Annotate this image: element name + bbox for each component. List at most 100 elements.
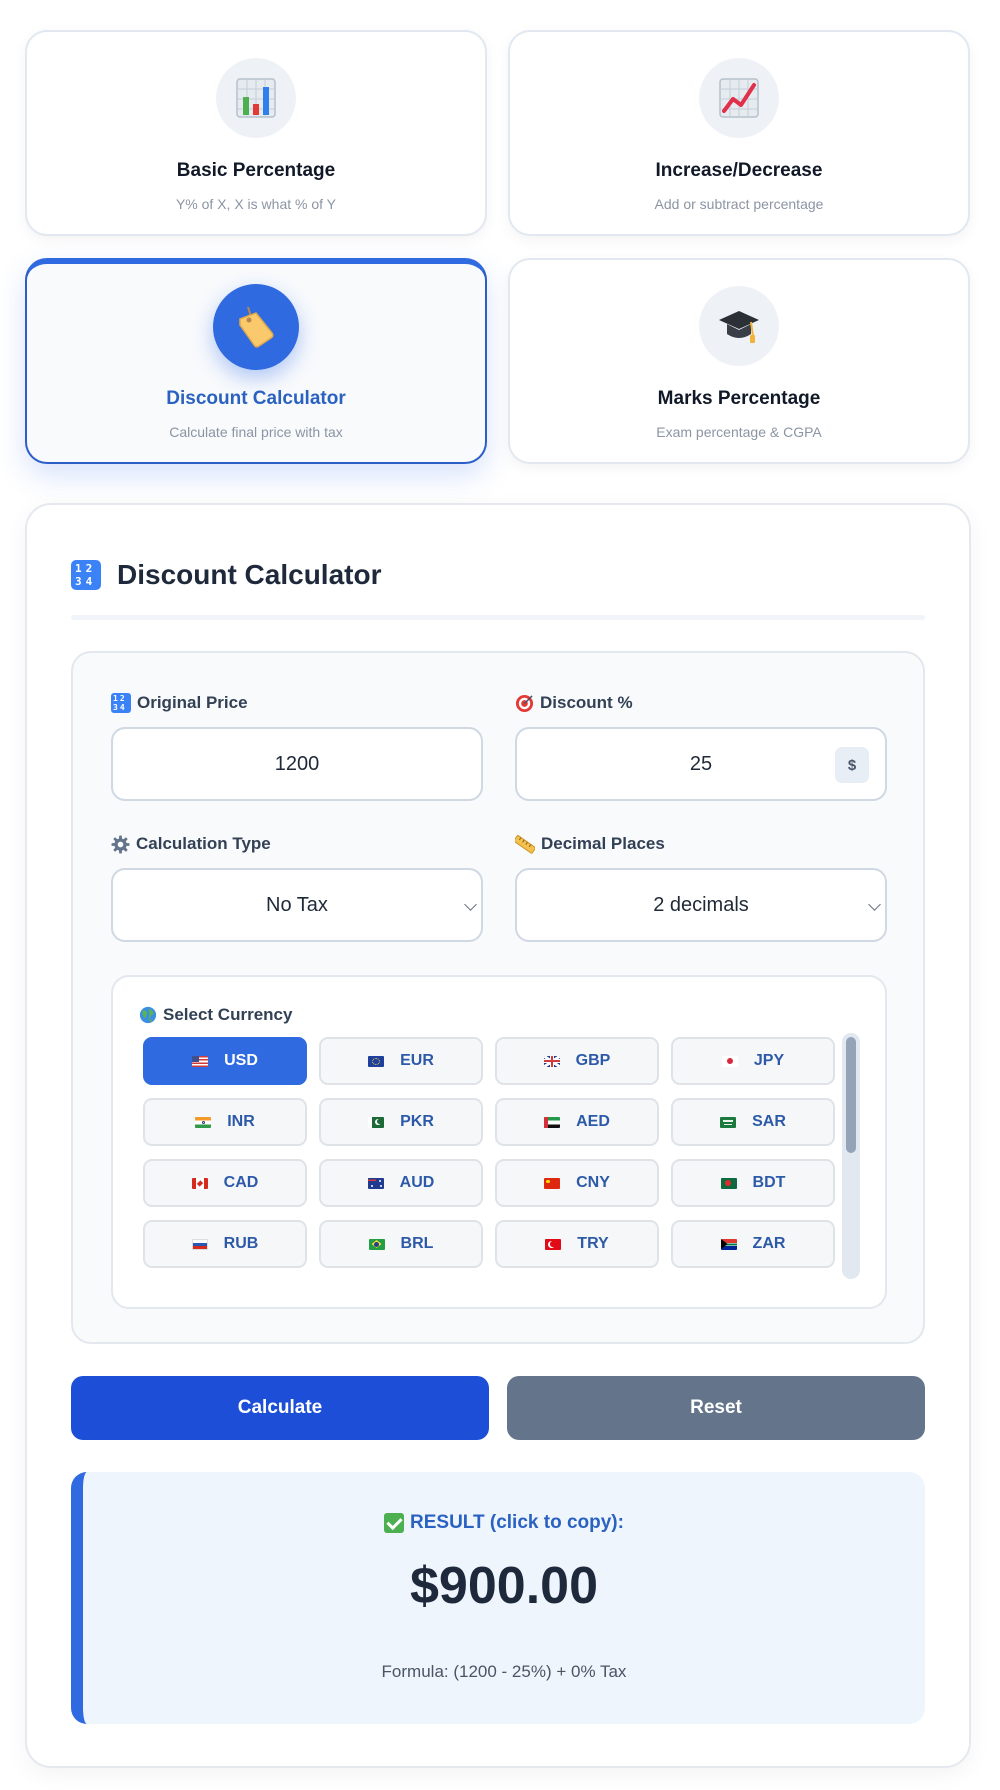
canada-flag-icon	[191, 1177, 208, 1189]
mode-title: Basic Percentage	[176, 160, 336, 181]
currency-symbol-badge: $	[835, 747, 869, 783]
currency-button-usd[interactable]: USD	[143, 1037, 307, 1085]
result-label-text: RESULT (click to copy):	[410, 1512, 624, 1533]
currency-code: RUB	[223, 1235, 259, 1252]
divider	[71, 615, 925, 620]
currency-code: CNY	[576, 1174, 610, 1191]
mode-subtitle: Exam percentage & CGPA	[656, 424, 822, 440]
australia-flag-icon	[367, 1177, 384, 1189]
currency-code: AED	[576, 1113, 610, 1130]
numbers-1234-icon: 12 34	[71, 560, 101, 590]
original-price-label-text: Original Price	[137, 693, 248, 712]
page-title: Discount Calculator	[117, 559, 382, 590]
numbers-1234-icon: 12 34	[111, 693, 131, 713]
currency-code: BDT	[752, 1174, 786, 1191]
currency-selector: Select Currency USD EUR GBP JPY INR PKR …	[111, 975, 887, 1309]
decimal-label-text: Decimal Places	[541, 834, 665, 853]
trending-up-icon	[699, 58, 779, 138]
uae-flag-icon	[544, 1116, 561, 1128]
mode-subtitle: Add or subtract percentage	[654, 196, 824, 212]
mode-card-discount-calculator[interactable]: Discount Calculator Calculate final pric…	[25, 258, 487, 464]
japan-flag-icon	[721, 1055, 738, 1067]
decimal-places-select[interactable]: 2 decimals	[515, 868, 887, 942]
bangladesh-flag-icon	[720, 1177, 737, 1189]
currency-code: USD	[224, 1052, 258, 1069]
currency-button-aed[interactable]: AED	[495, 1098, 659, 1146]
currency-button-brl[interactable]: BRL	[319, 1220, 483, 1268]
currency-code: PKR	[400, 1113, 434, 1130]
calc-type-label-text: Calculation Type	[136, 834, 271, 853]
currency-scrollbar[interactable]	[842, 1033, 860, 1279]
currency-button-jpy[interactable]: JPY	[671, 1037, 835, 1085]
currency-code: TRY	[577, 1235, 609, 1252]
currency-button-cny[interactable]: CNY	[495, 1159, 659, 1207]
currency-code: SAR	[752, 1113, 786, 1130]
currency-button-bdt[interactable]: BDT	[671, 1159, 835, 1207]
currency-label-text: Select Currency	[163, 1005, 293, 1024]
globe-icon	[139, 1006, 157, 1024]
mode-card-basic-percentage[interactable]: Basic Percentage Y% of X, X is what % of…	[25, 30, 487, 236]
russia-flag-icon	[191, 1238, 208, 1250]
currency-button-gbp[interactable]: GBP	[495, 1037, 659, 1085]
mode-title: Discount Calculator	[166, 388, 346, 409]
mode-title: Marks Percentage	[657, 388, 821, 409]
saudi-flag-icon	[720, 1116, 737, 1128]
gear-icon	[111, 834, 130, 854]
result-formula: Formula: (1200 - 25%) + 0% Tax	[381, 1662, 627, 1681]
calc-type-label: Calculation Type	[111, 834, 271, 854]
calc-type-select[interactable]: No Tax	[111, 868, 483, 942]
india-flag-icon	[195, 1116, 212, 1128]
scrollbar-thumb[interactable]	[846, 1037, 856, 1153]
result-value[interactable]: $900.00	[83, 1556, 925, 1616]
currency-code: CAD	[223, 1174, 259, 1191]
currency-button-aud[interactable]: AUD	[319, 1159, 483, 1207]
calculate-button[interactable]: Calculate	[71, 1376, 489, 1440]
currency-code: EUR	[400, 1052, 434, 1069]
currency-code: INR	[227, 1113, 255, 1130]
currency-code: ZAR	[752, 1235, 786, 1252]
discount-label: Discount %	[515, 693, 633, 713]
uk-flag-icon	[543, 1055, 560, 1067]
decimal-places-value: 2 decimals	[653, 893, 749, 916]
us-flag-icon	[192, 1055, 209, 1067]
currency-button-zar[interactable]: ZAR	[671, 1220, 835, 1268]
mode-title: Increase/Decrease	[655, 160, 823, 181]
mode-subtitle: Y% of X, X is what % of Y	[175, 196, 337, 212]
south-africa-flag-icon	[720, 1238, 737, 1250]
currency-button-cad[interactable]: CAD	[143, 1159, 307, 1207]
original-price-input[interactable]: 1200	[111, 727, 483, 801]
mode-card-increase-decrease[interactable]: Increase/Decrease Add or subtract percen…	[508, 30, 970, 236]
panel-header: 12 34 Discount Calculator	[71, 559, 381, 591]
currency-button-pkr[interactable]: PKR	[319, 1098, 483, 1146]
discount-value: 25	[689, 752, 713, 775]
currency-button-sar[interactable]: SAR	[671, 1098, 835, 1146]
decimal-label: Decimal Places	[515, 834, 665, 854]
calculator-panel: 12 34 Discount Calculator 12 34 Original P…	[25, 503, 971, 1768]
currency-label: Select Currency	[139, 1005, 292, 1025]
ruler-icon	[515, 834, 535, 854]
currency-button-eur[interactable]: EUR	[319, 1037, 483, 1085]
currency-code: AUD	[399, 1174, 435, 1191]
currency-code: JPY	[753, 1052, 785, 1069]
discount-input[interactable]: 25 $	[515, 727, 887, 801]
brazil-flag-icon	[368, 1238, 385, 1250]
price-tag-icon	[213, 284, 299, 370]
calc-type-value: No Tax	[266, 893, 328, 916]
currency-button-try[interactable]: TRY	[495, 1220, 659, 1268]
result-box[interactable]: RESULT (click to copy): $900.00 Formula:…	[71, 1472, 925, 1724]
turkey-flag-icon	[545, 1238, 562, 1250]
original-price-label: 12 34 Original Price	[111, 693, 248, 713]
currency-button-inr[interactable]: INR	[143, 1098, 307, 1146]
pakistan-flag-icon	[368, 1116, 385, 1128]
original-price-value: 1200	[274, 752, 320, 775]
check-icon	[384, 1513, 405, 1533]
currency-button-rub[interactable]: RUB	[143, 1220, 307, 1268]
currency-code: GBP	[575, 1052, 611, 1069]
form-container: 12 34 Original Price 1200 Discount % 25 $	[71, 651, 925, 1344]
graduation-cap-icon	[699, 286, 779, 366]
mode-card-marks-percentage[interactable]: Marks Percentage Exam percentage & CGPA	[508, 258, 970, 464]
mode-subtitle: Calculate final price with tax	[169, 424, 343, 440]
reset-button[interactable]: Reset	[507, 1376, 925, 1440]
china-flag-icon	[544, 1177, 561, 1189]
discount-label-text: Discount %	[540, 693, 633, 712]
